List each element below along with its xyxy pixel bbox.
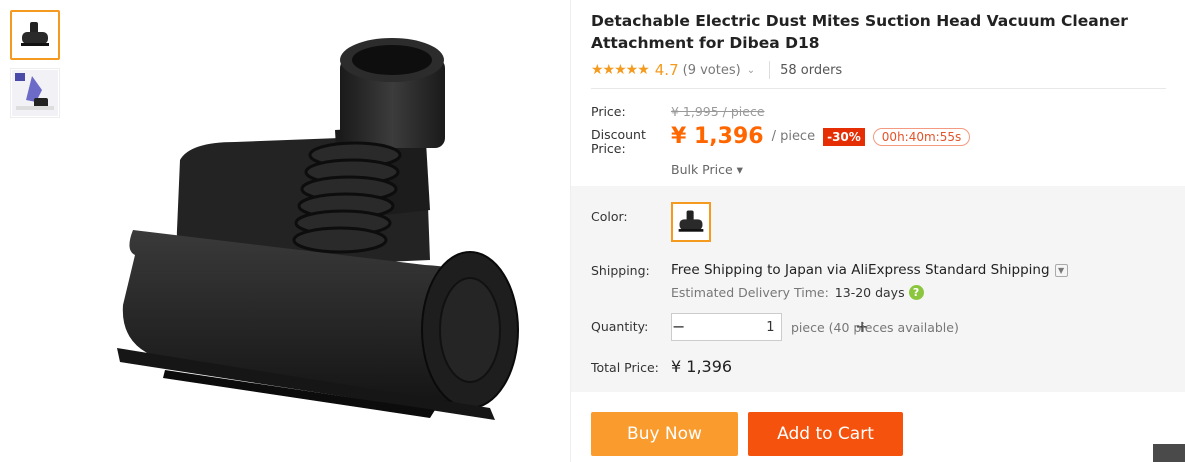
buy-now-button[interactable]: Buy Now xyxy=(591,412,738,456)
countdown-timer: 00h:40m:55s xyxy=(872,127,971,146)
price-label: Price: xyxy=(591,104,626,119)
discount-price-row: ¥ 1,396 / piece -30% 00h:40m:55s xyxy=(671,124,971,149)
discount-price-label: Discount Price: xyxy=(591,127,646,156)
rating-value: 4.7 xyxy=(654,61,679,79)
delivery-estimate: Estimated Delivery Time: 13-20 days ? xyxy=(671,285,924,300)
discount-price: ¥ 1,396 xyxy=(671,124,764,149)
original-price: ¥ 1,995 / piece xyxy=(671,104,765,119)
color-label: Color: xyxy=(591,209,628,224)
thumbnail-2[interactable] xyxy=(10,68,60,118)
divider xyxy=(769,61,771,79)
minus-icon[interactable]: − xyxy=(672,314,685,340)
divider xyxy=(591,88,1166,89)
chevron-down-icon[interactable]: ▼ xyxy=(1054,263,1068,277)
bulk-price-link[interactable]: Bulk Price ▾ xyxy=(671,162,743,177)
shipping-label: Shipping: xyxy=(591,263,650,278)
color-swatch[interactable] xyxy=(671,202,711,242)
total-price: ¥ 1,396 xyxy=(671,357,733,376)
delivery-label: Estimated Delivery Time: xyxy=(671,285,829,300)
add-to-cart-button[interactable]: Add to Cart xyxy=(748,412,903,456)
shipping-method[interactable]: Free Shipping to Japan via AliExpress St… xyxy=(671,262,1068,278)
votes-link[interactable]: (9 votes) xyxy=(683,63,741,78)
price-unit: / piece xyxy=(771,129,816,144)
rating-row: ★★★★★ 4.7 (9 votes) ⌄ 58 orders xyxy=(591,60,842,80)
product-main-image xyxy=(95,30,535,450)
delivery-days: 13-20 days xyxy=(834,285,905,300)
chevron-down-icon[interactable]: ⌄ xyxy=(747,65,755,76)
scroll-top-button[interactable] xyxy=(1153,444,1185,462)
star-rating-icon: ★★★★★ xyxy=(591,62,650,78)
vacuum-head-thumb-icon xyxy=(21,22,49,46)
quantity-stepper: − + xyxy=(671,313,869,341)
product-title: Detachable Electric Dust Mites Suction H… xyxy=(591,12,1128,52)
vacuum-attachment-image-icon xyxy=(117,38,519,420)
orders-count: 58 orders xyxy=(780,62,843,78)
help-icon[interactable]: ? xyxy=(908,285,924,300)
thumbnail-1[interactable] xyxy=(10,10,60,60)
thumbnail-list xyxy=(10,10,60,126)
vacuum-usage-thumb-icon xyxy=(12,70,58,116)
total-price-label: Total Price: xyxy=(591,360,659,375)
product-info-panel: Detachable Electric Dust Mites Suction H… xyxy=(570,0,1185,462)
quantity-info: piece (40 pieces available) xyxy=(791,320,959,335)
quantity-label: Quantity: xyxy=(591,319,649,334)
shipping-text: Free Shipping to Japan via AliExpress St… xyxy=(671,262,1050,278)
discount-badge: -30% xyxy=(823,127,865,146)
vacuum-head-swatch-icon xyxy=(678,210,704,232)
